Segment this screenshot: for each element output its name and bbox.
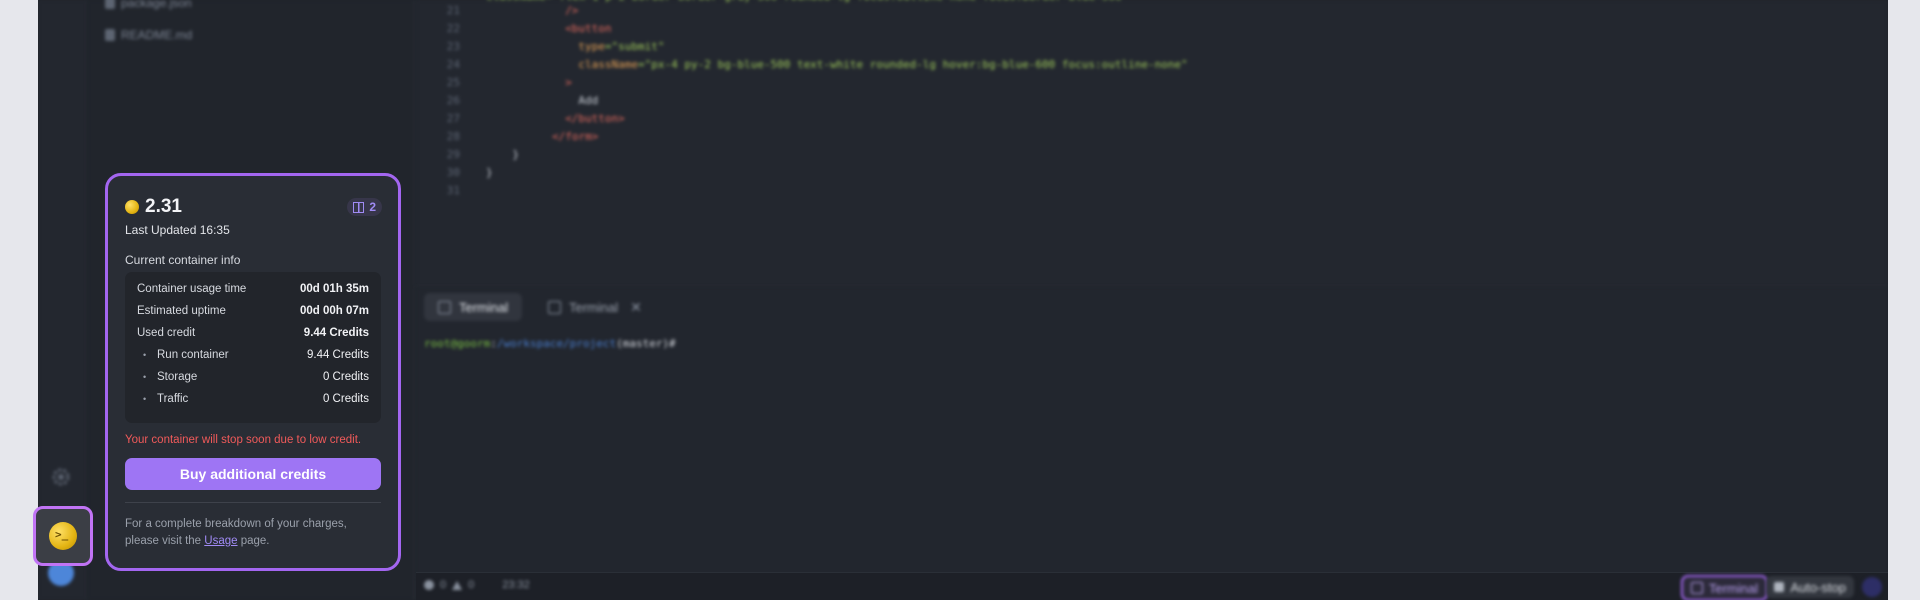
line-number: 21	[446, 4, 460, 17]
code-token: <button	[565, 22, 612, 35]
code-token: />	[565, 4, 579, 17]
coin-icon: >_	[49, 522, 77, 550]
code-line-partial: className="flex-1 p-2 border border-gray…	[486, 0, 1128, 3]
code-text: }	[486, 166, 493, 179]
goorm-logo-icon[interactable]	[1862, 577, 1882, 597]
terminal-prompt[interactable]: root@goorm:/workspace/project(master)#	[424, 337, 676, 350]
error-icon[interactable]	[424, 580, 434, 590]
container-grid-icon	[353, 201, 365, 213]
line-number: 29	[446, 148, 460, 161]
code-text: </form>	[552, 130, 598, 143]
file-item[interactable]: package.json	[105, 0, 192, 10]
file-item[interactable]: README.md	[105, 28, 192, 42]
status-bar: 0 0 23:32 Terminal Auto-stop	[416, 572, 1888, 600]
code-editor[interactable]: className="flex-1 p-2 border border-gray…	[416, 0, 1888, 287]
code-text: className="px-4 py-2 bg-blue-500 text-wh…	[578, 58, 1187, 71]
code-text: Add	[578, 94, 598, 107]
credit-info-popup: 2.31 2 Last Updated 16:35 Current contai…	[105, 173, 401, 571]
status-time: 23:32	[502, 579, 530, 591]
code-token: className	[578, 58, 638, 71]
info-row-run-container: Run container9.44 Credits	[137, 344, 369, 366]
info-row-storage: Storage0 Credits	[137, 366, 369, 388]
line-number: 30	[446, 166, 460, 179]
info-row-estimated-uptime: Estimated uptime 00d 00h 07m	[137, 305, 369, 317]
line-number: 26	[446, 94, 460, 107]
buy-credits-button[interactable]: Buy additional credits	[125, 458, 381, 490]
line-number: 24	[446, 58, 460, 71]
code-token: type	[578, 40, 605, 53]
container-info-table: Container usage time 00d 01h 35m Estimate…	[125, 272, 381, 423]
usage-link[interactable]: Usage	[204, 535, 237, 547]
file-icon	[105, 0, 115, 9]
code-text: <button	[565, 22, 611, 35]
info-row-used-credit: Used credit 9.44 Credits	[137, 327, 369, 339]
code-token: Add	[578, 94, 599, 107]
code-token: ="px-4 py-2 bg-blue-500 text-white round…	[638, 58, 1188, 71]
coin-icon	[125, 200, 139, 214]
warning-count[interactable]: 0	[468, 579, 474, 591]
close-icon[interactable]: ✕	[630, 299, 642, 316]
credit-balance: 2.31	[125, 196, 182, 218]
line-number: 31	[446, 184, 460, 197]
code-text: </button>	[565, 112, 625, 125]
file-icon	[105, 29, 115, 41]
info-row-traffic: Traffic0 Credits	[137, 388, 369, 410]
auto-stop-button[interactable]: Auto-stop	[1766, 576, 1854, 598]
terminal-panel: Terminal Terminal ✕ root@goorm:/workspac…	[416, 287, 1888, 577]
code-token: ="submit"	[604, 40, 665, 53]
line-number: 27	[446, 112, 460, 125]
code-token: }	[486, 166, 493, 179]
code-text: }	[512, 148, 519, 161]
code-token: }	[512, 148, 520, 161]
code-text: />	[565, 4, 578, 17]
terminal-status-button[interactable]: Terminal	[1680, 575, 1768, 600]
auto-stop-icon	[1774, 582, 1785, 592]
line-number: 28	[446, 130, 460, 143]
usage-footer: For a complete breakdown of your charges…	[125, 518, 347, 547]
code-text: type="submit"	[578, 40, 664, 53]
code-text: >	[565, 76, 572, 89]
info-row-usage-time: Container usage time 00d 01h 35m	[137, 283, 369, 295]
terminal-icon	[1690, 582, 1703, 594]
last-updated-text: Last Updated 16:35	[125, 223, 230, 237]
low-credit-warning: Your container will stop soon due to low…	[125, 434, 362, 446]
line-number: 23	[446, 40, 460, 53]
credit-coin-button[interactable]: >_	[33, 506, 93, 566]
line-number: 22	[446, 22, 460, 35]
warning-icon[interactable]	[452, 580, 463, 590]
code-token: >	[565, 76, 572, 89]
container-count-badge[interactable]: 2	[347, 198, 382, 216]
error-count[interactable]: 0	[440, 579, 446, 591]
code-token: </button>	[565, 112, 625, 125]
terminal-icon	[548, 300, 561, 314]
settings-gear-icon[interactable]	[51, 467, 71, 487]
container-info-title: Current container info	[125, 253, 241, 267]
terminal-icon	[438, 300, 451, 314]
terminal-tabbar: Terminal Terminal ✕	[416, 287, 1888, 325]
code-token: </form>	[552, 130, 599, 143]
terminal-tab-active[interactable]: Terminal	[424, 293, 523, 321]
popup-divider	[125, 502, 381, 503]
line-number: 25	[446, 76, 460, 89]
terminal-tab[interactable]: Terminal ✕	[534, 293, 656, 321]
